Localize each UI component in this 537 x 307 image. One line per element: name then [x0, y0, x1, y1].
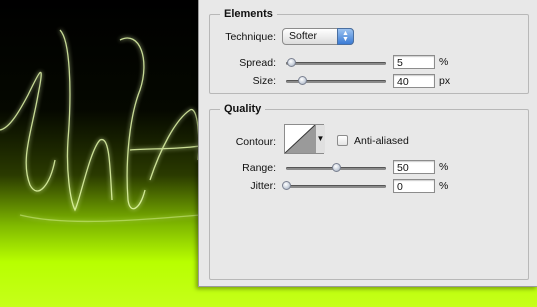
technique-label: Technique: [225, 31, 276, 43]
spread-field[interactable]: 5 [393, 55, 435, 69]
jitter-label: Jitter: [250, 180, 276, 192]
contour-dropdown-icon[interactable]: ▼ [315, 125, 325, 153]
size-label: Size: [252, 75, 276, 87]
size-slider[interactable] [286, 76, 386, 85]
quality-group: Quality Contour: ▼ Anti-aliased Range: 5… [209, 103, 529, 280]
anti-aliased-checkbox[interactable] [337, 135, 348, 146]
contour-picker[interactable]: ▼ [284, 124, 325, 154]
quality-legend: Quality [220, 103, 266, 115]
jitter-unit: % [439, 180, 449, 192]
anti-aliased-label: Anti-aliased [354, 135, 409, 147]
size-field[interactable]: 40 [393, 74, 435, 88]
elements-legend: Elements [220, 8, 277, 20]
range-unit: % [439, 161, 449, 173]
glow-scribble-artwork [0, 29, 200, 223]
size-slider-knob[interactable] [298, 76, 307, 85]
spread-slider[interactable] [286, 58, 386, 67]
contour-label: Contour: [235, 136, 276, 148]
technique-select[interactable]: Softer ▲ ▼ [282, 28, 354, 45]
spread-slider-knob[interactable] [287, 58, 296, 67]
technique-value: Softer [289, 30, 318, 42]
contour-preview-icon [285, 125, 315, 153]
range-label: Range: [242, 162, 276, 174]
jitter-field[interactable]: 0 [393, 179, 435, 193]
select-arrows-icon: ▲ ▼ [337, 28, 354, 45]
range-slider[interactable] [286, 163, 386, 172]
spread-unit: % [439, 56, 449, 68]
jitter-slider[interactable] [282, 181, 386, 190]
size-unit: px [439, 75, 451, 87]
elements-group: Elements Technique: Softer ▲ ▼ Spread: 5 … [209, 8, 529, 94]
outer-glow-dialog: Elements Technique: Softer ▲ ▼ Spread: 5 … [198, 0, 537, 287]
range-field[interactable]: 50 [393, 160, 435, 174]
jitter-slider-knob[interactable] [282, 181, 291, 190]
spread-label: Spread: [239, 57, 276, 69]
range-slider-knob[interactable] [332, 163, 341, 172]
